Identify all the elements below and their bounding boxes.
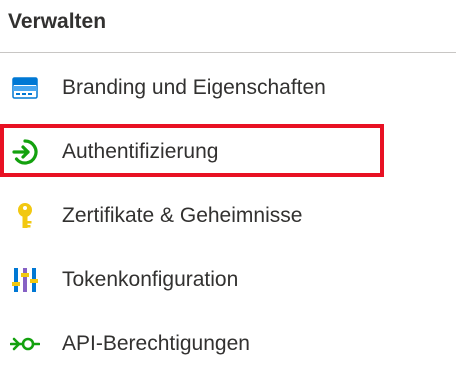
menu-item-token-configuration[interactable]: Tokenkonfiguration xyxy=(0,252,456,308)
branding-icon xyxy=(10,73,40,103)
menu-item-api-permissions[interactable]: API-Berechtigungen xyxy=(0,316,456,372)
menu-item-label: API-Berechtigungen xyxy=(62,332,250,355)
menu-item-label: Tokenkonfiguration xyxy=(62,268,239,291)
section-title: Verwalten xyxy=(8,10,107,33)
api-permissions-icon xyxy=(10,329,40,359)
menu-item-label: Authentifizierung xyxy=(62,140,219,163)
menu-item-certificates-secrets[interactable]: Zertifikate & Geheimnisse xyxy=(0,188,456,244)
section-divider xyxy=(0,52,456,53)
menu-item-label: Branding und Eigenschaften xyxy=(62,76,326,99)
authentication-icon xyxy=(10,137,40,167)
key-icon xyxy=(10,201,40,231)
menu-item-authentication[interactable]: Authentifizierung xyxy=(0,124,456,180)
menu-item-branding[interactable]: Branding und Eigenschaften xyxy=(0,60,456,116)
menu-item-label: Zertifikate & Geheimnisse xyxy=(62,204,303,227)
token-configuration-icon xyxy=(10,265,40,295)
section-header: Verwalten xyxy=(8,8,456,52)
